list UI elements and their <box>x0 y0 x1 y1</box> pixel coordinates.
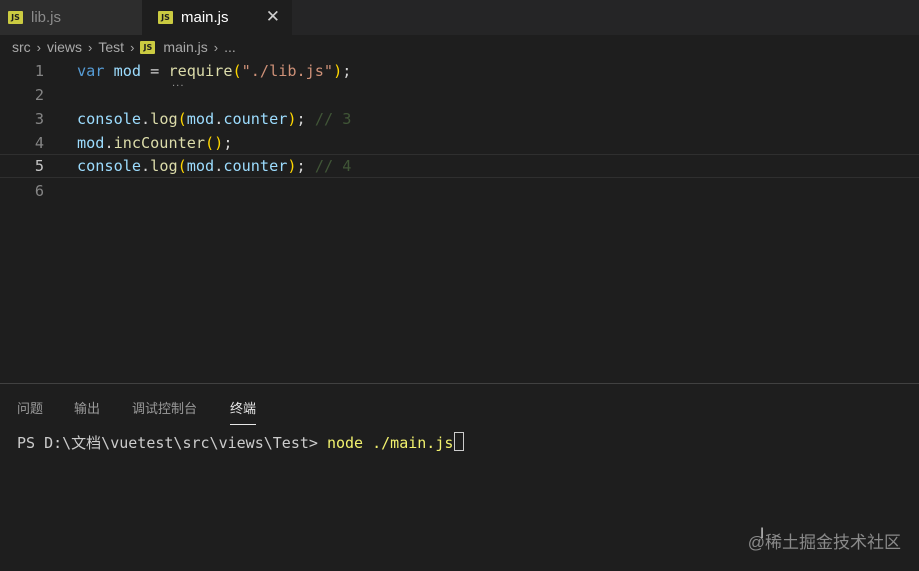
code-editor[interactable]: 1 var mod = require("./lib.js"); ... 2 3… <box>0 59 919 383</box>
tab-main-js[interactable]: JS main.js ✕ <box>142 0 292 35</box>
tab-lib-js[interactable]: JS lib.js <box>0 0 142 35</box>
line-number: 6 <box>34 182 44 200</box>
breadcrumb-item[interactable]: views <box>47 39 82 55</box>
code-text[interactable]: console.log(mod.counter); // 4 <box>77 155 351 177</box>
terminal-output[interactable]: PS D:\文档\vuetest\src\views\Test> node ./… <box>17 432 465 453</box>
chevron-right-icon: › <box>130 39 135 55</box>
line-number: 5 <box>34 157 44 175</box>
breadcrumb-item[interactable]: src <box>12 39 31 55</box>
code-line[interactable]: 1 var mod = require("./lib.js"); ... <box>0 59 919 89</box>
code-line[interactable]: 2 <box>0 83 919 107</box>
line-number: 3 <box>34 110 44 128</box>
chevron-right-icon: › <box>88 39 93 55</box>
line-number: 2 <box>34 86 44 104</box>
terminal-prompt: PS D:\文档\vuetest\src\views\Test> <box>17 434 327 452</box>
terminal-cursor <box>454 432 465 451</box>
breadcrumb-file[interactable]: main.js <box>163 39 207 55</box>
tab-debug-console[interactable]: 调试控制台 <box>132 398 197 417</box>
close-icon[interactable]: ✕ <box>266 7 280 27</box>
code-line-current[interactable]: 5 console.log(mod.counter); // 4 <box>0 154 919 178</box>
code-text[interactable]: console.log(mod.counter); // 3 <box>77 107 351 131</box>
breadcrumb: src › views › Test › JS main.js › ... <box>0 35 919 59</box>
code-text[interactable]: mod.incCounter(); <box>77 131 232 155</box>
bottom-panel: 问题 输出 调试控制台 终端 PS D:\文档\vuetest\src\view… <box>0 383 919 571</box>
tab-output[interactable]: 输出 <box>74 398 100 417</box>
tab-label: lib.js <box>31 9 62 26</box>
code-line[interactable]: 3 console.log(mod.counter); // 3 <box>0 107 919 131</box>
terminal-command: node ./main.js <box>326 434 454 452</box>
code-text[interactable]: var mod = require("./lib.js"); <box>77 59 351 83</box>
javascript-file-icon: JS <box>158 11 173 24</box>
chevron-right-icon: › <box>36 39 42 55</box>
code-line[interactable]: 4 mod.incCounter(); <box>0 131 919 155</box>
breadcrumb-ellipsis[interactable]: ... <box>224 39 236 55</box>
editor-tab-bar: JS lib.js JS main.js ✕ <box>0 0 919 35</box>
chevron-right-icon: › <box>213 39 219 55</box>
text-cursor-icon: I <box>760 526 765 542</box>
watermark: @稀土掘金技术社区 <box>747 533 901 552</box>
panel-tab-bar: 问题 输出 调试控制台 终端 <box>0 384 919 425</box>
tab-terminal[interactable]: 终端 <box>230 398 257 425</box>
tab-label: main.js <box>181 9 229 26</box>
code-line[interactable]: 6 <box>0 179 919 203</box>
javascript-file-icon: JS <box>8 11 23 24</box>
line-number: 4 <box>34 134 44 152</box>
javascript-file-icon: JS <box>140 40 156 54</box>
tab-problems[interactable]: 问题 <box>17 398 43 417</box>
breadcrumb-item[interactable]: Test <box>98 39 124 55</box>
line-number: 1 <box>34 62 44 80</box>
